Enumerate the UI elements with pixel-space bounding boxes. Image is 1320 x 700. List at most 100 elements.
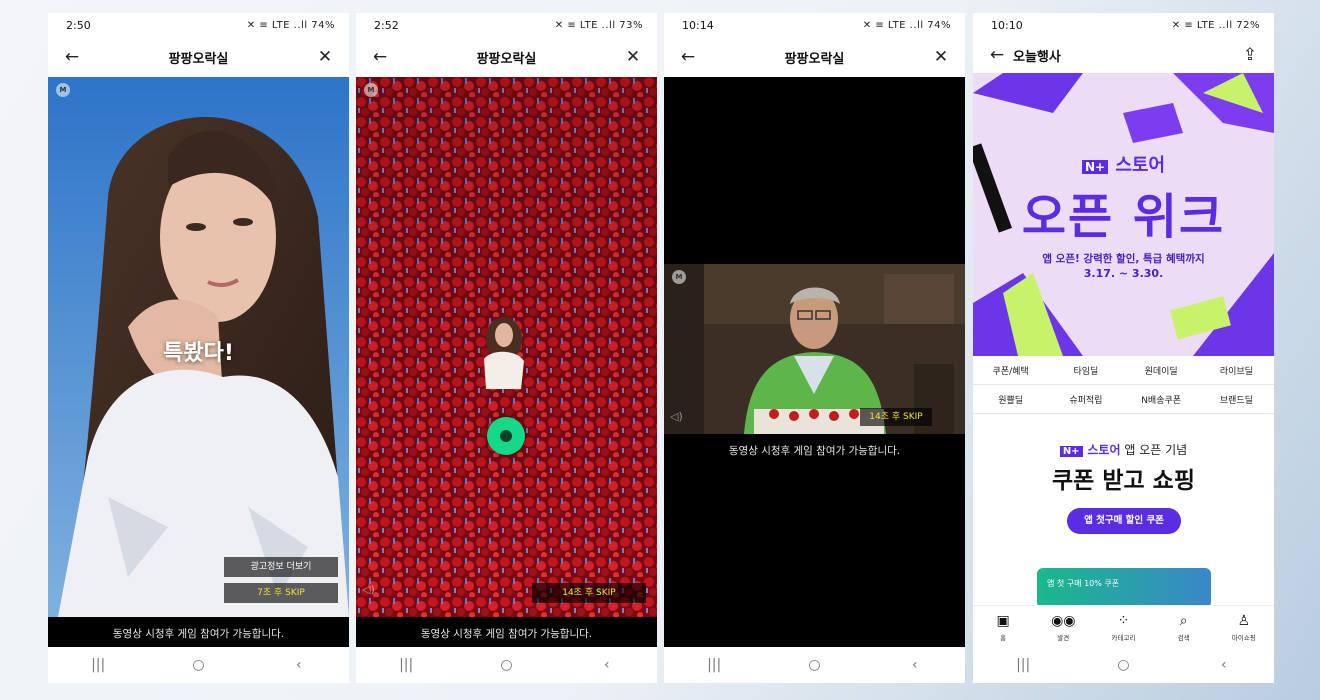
back-arrow-icon[interactable]: ← [62, 47, 82, 67]
phone-screen-4: 10:10 ✕ ≡ LTE ..ll 72% ← 오늘행사 ⇪ N+ 스토어 오… [973, 13, 1274, 683]
tab-my-shopping[interactable]: ♙ 마이쇼핑 [1219, 612, 1269, 642]
nplus-logo-small: N+ [1059, 446, 1083, 457]
status-bar: 10:14 ✕ ≡ LTE ..ll 74% [664, 13, 965, 37]
back-nav-icon[interactable]: ‹ [895, 657, 935, 673]
video-caption: 동영상 시청후 게임 참여가 가능합니다. [664, 434, 965, 468]
top-bar: ← 팡팡오락실 ✕ [356, 37, 657, 77]
play-record-button[interactable] [487, 417, 525, 455]
tab-discover-label: 발견 [1057, 633, 1070, 642]
video-player[interactable]: M ◁) 14초 후 SKIP [664, 264, 965, 434]
close-icon[interactable]: ✕ [623, 47, 643, 67]
category-grid: 쿠폰/혜택 타임딜 원데이딜 라이브딜 원쁠딜 슈퍼적립 N배송쿠폰 브랜드딜 [973, 356, 1274, 414]
bottom-tab-bar: ▣ 홈 ◉◉ 발견 ⁘ 카테고리 ⌕ 검색 ♙ 마이쇼핑 [973, 605, 1274, 647]
tab-discover[interactable]: ◉◉ 발견 [1038, 612, 1088, 642]
recent-apps-icon[interactable]: ||| [1003, 657, 1043, 673]
tab-search[interactable]: ⌕ 검색 [1159, 612, 1209, 642]
video-caption: 동영상 시청후 게임 참여가 가능합니다. [356, 617, 657, 651]
home-icon: ▣ [996, 612, 1010, 629]
close-icon[interactable]: ✕ [315, 47, 335, 67]
tab-my-shopping-label: 마이쇼핑 [1231, 633, 1256, 642]
discover-icon: ◉◉ [1051, 612, 1076, 629]
status-icons: ✕ ≡ LTE ..ll 74% [246, 19, 335, 31]
system-nav-bar: ||| ○ ‹ [356, 647, 657, 683]
banner-subline: 앱 오픈! 강력한 할인, 특급 혜택까지 [1042, 253, 1205, 265]
coupon-card-text: 앱 첫 구매 10% 쿠폰 [1047, 579, 1120, 588]
banner-headline: 오픈 위크 [1021, 189, 1226, 245]
phone-screen-2: 2:52 ✕ ≡ LTE ..ll 73% ← 팡팡오락실 ✕ M ◁) 14초… [356, 13, 657, 683]
profile-icon: ♙ [1237, 612, 1251, 629]
nplus-logo: N+ [1081, 160, 1109, 174]
status-bar: 2:52 ✕ ≡ LTE ..ll 73% [356, 13, 657, 37]
back-arrow-icon[interactable]: ← [370, 47, 390, 67]
promo-store-label: 스토어 [1087, 443, 1121, 457]
back-nav-icon[interactable]: ‹ [1204, 657, 1244, 673]
tab-search-label: 검색 [1177, 633, 1190, 642]
search-icon: ⌕ [1179, 612, 1188, 629]
category-icon: ⁘ [1117, 612, 1130, 629]
promo-line1-suffix: 앱 오픈 기념 [1124, 443, 1188, 457]
promo-banner[interactable]: N+ 스토어 오픈 위크 앱 오픈! 강력한 할인, 특급 혜택까지 3.17.… [973, 73, 1274, 356]
back-nav-icon[interactable]: ‹ [587, 657, 627, 673]
status-bar: 2:50 ✕ ≡ LTE ..ll 74% [48, 13, 349, 37]
category-n-delivery-coupon[interactable]: N배송쿠폰 [1123, 385, 1199, 414]
category-timedeal[interactable]: 타임딜 [1048, 356, 1124, 385]
status-bar: 10:10 ✕ ≡ LTE ..ll 72% [973, 13, 1274, 37]
skip-button[interactable]: 14초 후 SKIP [532, 583, 646, 603]
video-player[interactable]: M ◁) 14초 후 SKIP [356, 77, 657, 617]
ad-info-button[interactable]: 광고정보 더보기 [224, 557, 338, 577]
page-title: 오늘행사 [1013, 49, 1061, 65]
top-bar: ← 오늘행사 ⇪ [973, 37, 1274, 73]
status-icons: ✕ ≡ LTE ..ll 74% [862, 19, 951, 31]
banner-brand: N+ 스토어 [973, 151, 1274, 177]
tab-home-label: 홈 [1000, 633, 1007, 642]
skip-button[interactable]: 7초 후 SKIP [224, 583, 338, 603]
video-frame-flower-field [356, 77, 657, 617]
back-arrow-icon[interactable]: ← [987, 45, 1007, 65]
media-badge: M [56, 83, 70, 97]
status-icons: ✕ ≡ LTE ..ll 73% [554, 19, 643, 31]
tab-home[interactable]: ▣ 홈 [978, 612, 1028, 642]
media-badge: M [672, 270, 686, 284]
system-nav-bar: ||| ○ ‹ [664, 647, 965, 683]
banner-dates: 3.17. ~ 3.30. [1083, 267, 1164, 280]
record-dot-icon [500, 430, 512, 442]
page-title: 팡팡오락실 [476, 51, 537, 67]
page-title: 팡팡오락실 [784, 51, 845, 67]
system-nav-bar: ||| ○ ‹ [48, 647, 349, 683]
video-overlay-text: 특봤다! [163, 341, 234, 366]
status-time: 2:52 [374, 18, 399, 32]
media-badge: M [364, 83, 378, 97]
category-livedeal[interactable]: 라이브딜 [1198, 356, 1274, 385]
tab-category[interactable]: ⁘ 카테고리 [1098, 612, 1148, 642]
status-time: 10:10 [991, 18, 1023, 32]
back-nav-icon[interactable]: ‹ [279, 657, 319, 673]
category-coupon[interactable]: 쿠폰/혜택 [973, 356, 1049, 385]
recent-apps-icon[interactable]: ||| [386, 657, 426, 673]
volume-icon[interactable]: ◁) [670, 410, 683, 423]
skip-button[interactable]: 14초 후 SKIP [860, 408, 932, 426]
video-caption: 동영상 시청후 게임 참여가 가능합니다. [48, 617, 349, 651]
share-icon[interactable]: ⇪ [1240, 45, 1260, 65]
first-purchase-coupon-button[interactable]: 앱 첫구매 할인 쿠폰 [1067, 508, 1181, 534]
volume-icon[interactable]: ◁) [362, 583, 375, 596]
coupon-card[interactable]: 앱 첫 구매 10% 쿠폰 [1037, 568, 1211, 608]
page-title: 팡팡오락실 [168, 51, 229, 67]
category-onedaydeal[interactable]: 원데이딜 [1123, 356, 1199, 385]
recent-apps-icon[interactable]: ||| [78, 657, 118, 673]
promo-headline: 쿠폰 받고 쇼핑 [1052, 468, 1195, 494]
tab-category-label: 카테고리 [1111, 633, 1136, 642]
home-button-icon[interactable]: ○ [1103, 657, 1143, 673]
category-branddeal[interactable]: 브랜드딜 [1198, 385, 1274, 414]
close-icon[interactable]: ✕ [931, 47, 951, 67]
status-icons: ✕ ≡ LTE ..ll 72% [1171, 19, 1260, 31]
top-bar: ← 팡팡오락실 ✕ [664, 37, 965, 77]
home-button-icon[interactable]: ○ [178, 657, 218, 673]
home-button-icon[interactable]: ○ [486, 657, 526, 673]
home-button-icon[interactable]: ○ [794, 657, 834, 673]
banner-store-label: 스토어 [1115, 155, 1166, 176]
back-arrow-icon[interactable]: ← [678, 47, 698, 67]
category-oneplusdeal[interactable]: 원쁠딜 [973, 385, 1049, 414]
recent-apps-icon[interactable]: ||| [694, 657, 734, 673]
video-player[interactable]: M 특봤다! 광고정보 더보기 7초 후 SKIP [48, 77, 349, 617]
category-super-points[interactable]: 슈퍼적립 [1048, 385, 1124, 414]
